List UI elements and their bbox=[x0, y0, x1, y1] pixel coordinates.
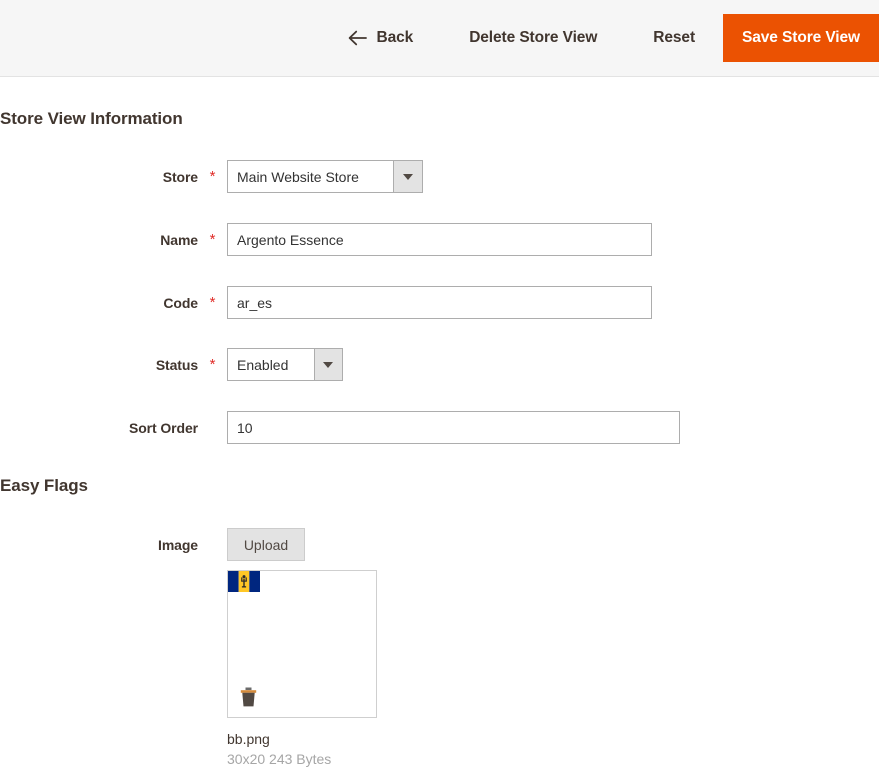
save-store-view-button[interactable]: Save Store View bbox=[723, 14, 879, 62]
image-label: Image bbox=[158, 537, 198, 553]
code-input[interactable] bbox=[227, 286, 652, 319]
image-control: Upload bbox=[227, 528, 305, 561]
trash-icon[interactable] bbox=[240, 687, 257, 707]
caret-shape bbox=[403, 173, 414, 180]
preview-file-meta: 30x20 243 Bytes bbox=[227, 751, 332, 767]
upload-button[interactable]: Upload bbox=[227, 528, 305, 561]
field-row-sort-order: Sort Order bbox=[0, 411, 680, 445]
store-view-information-heading: Store View Information bbox=[0, 109, 183, 128]
name-input[interactable] bbox=[227, 223, 652, 256]
status-select[interactable]: Enabled bbox=[227, 348, 343, 381]
page-action-bar: Back Delete Store View Reset Save Store … bbox=[0, 0, 879, 77]
page-actions-group: Back Delete Store View Reset Save Store … bbox=[348, 0, 879, 76]
sort-order-control bbox=[227, 411, 680, 444]
caret-shape bbox=[323, 361, 334, 368]
name-control bbox=[227, 223, 652, 256]
back-button-label: Back bbox=[376, 29, 414, 46]
store-label: Store bbox=[162, 169, 198, 185]
store-required-marker: * bbox=[209, 168, 216, 185]
field-row-code: Code * bbox=[0, 286, 652, 320]
code-required-marker: * bbox=[209, 294, 216, 311]
easy-flags-heading: Easy Flags bbox=[0, 476, 88, 495]
name-label: Name bbox=[160, 232, 198, 248]
arrow-left-icon bbox=[348, 30, 367, 46]
field-row-image: Image Upload bbox=[0, 528, 305, 562]
delete-store-view-button[interactable]: Delete Store View bbox=[469, 29, 597, 47]
status-label: Status bbox=[155, 357, 198, 373]
barbados-flag-image bbox=[228, 571, 260, 592]
chevron-down-icon[interactable] bbox=[313, 349, 342, 380]
field-row-name: Name * bbox=[0, 223, 652, 257]
store-select[interactable]: Main Website Store bbox=[227, 160, 423, 193]
name-required-marker: * bbox=[209, 231, 216, 248]
status-control: Enabled bbox=[227, 348, 343, 381]
sort-order-label: Sort Order bbox=[128, 420, 198, 436]
code-control bbox=[227, 286, 652, 319]
reset-button[interactable]: Reset bbox=[653, 29, 695, 47]
preview-file-name: bb.png bbox=[227, 731, 270, 747]
sort-order-input[interactable] bbox=[227, 411, 680, 444]
store-select-value: Main Website Store bbox=[237, 168, 359, 185]
store-control: Main Website Store bbox=[227, 160, 423, 193]
code-label: Code bbox=[163, 295, 198, 311]
image-preview-box bbox=[227, 570, 377, 718]
status-select-value: Enabled bbox=[237, 356, 289, 373]
chevron-down-icon[interactable] bbox=[393, 161, 422, 192]
status-required-marker: * bbox=[209, 356, 216, 373]
field-row-status: Status * Enabled bbox=[0, 348, 343, 382]
field-row-store: Store * Main Website Store bbox=[0, 160, 423, 194]
back-button[interactable]: Back bbox=[348, 29, 414, 47]
